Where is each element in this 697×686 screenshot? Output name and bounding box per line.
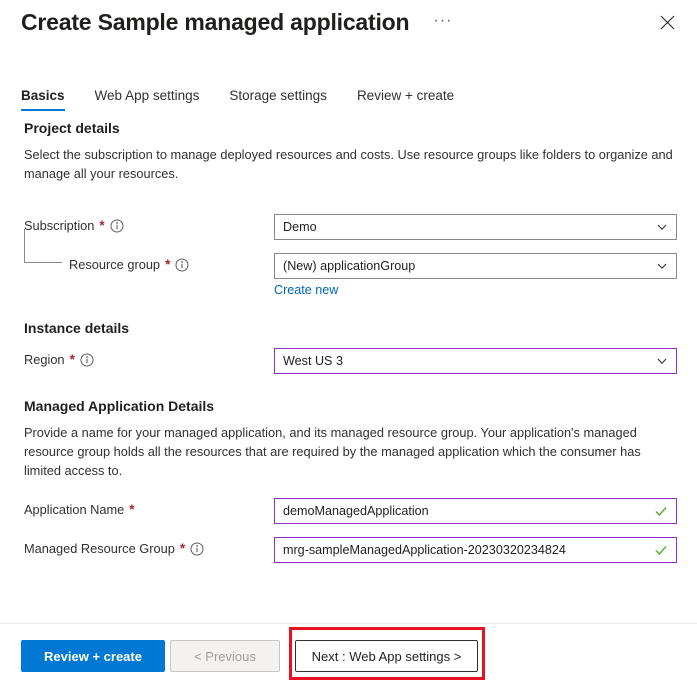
subscription-value: Demo (283, 220, 656, 234)
application-name-value: demoManagedApplication (283, 504, 654, 518)
resource-group-dropdown[interactable]: (New) applicationGroup (274, 253, 677, 279)
info-icon[interactable] (80, 353, 94, 367)
info-icon[interactable] (190, 542, 204, 556)
application-name-label: Application Name * (24, 502, 135, 517)
blade-footer: Review + create < Previous Next : Web Ap… (0, 624, 697, 686)
previous-button: < Previous (170, 640, 280, 672)
instance-details-heading: Instance details (24, 320, 679, 336)
resource-group-required-asterisk: * (165, 258, 170, 272)
close-icon[interactable] (655, 10, 679, 34)
application-name-required-asterisk: * (129, 503, 134, 517)
subscription-required-asterisk: * (99, 219, 104, 233)
project-details-description: Select the subscription to manage deploy… (24, 145, 679, 183)
region-dropdown[interactable]: West US 3 (274, 348, 677, 374)
project-details-heading: Project details (24, 120, 679, 136)
application-name-input[interactable]: demoManagedApplication (274, 498, 677, 524)
project-details-section: Project details Select the subscription … (24, 120, 679, 183)
chevron-down-icon (656, 260, 668, 272)
managed-application-details-heading: Managed Application Details (24, 398, 679, 414)
valid-check-icon (654, 543, 668, 557)
managed-resource-group-input[interactable]: mrg-sampleManagedApplication-20230320234… (274, 537, 677, 563)
tab-review-create[interactable]: Review + create (357, 88, 470, 111)
create-new-resource-group-link[interactable]: Create new (274, 283, 338, 297)
tab-web-app-settings[interactable]: Web App settings (95, 88, 216, 111)
tab-basics[interactable]: Basics (21, 88, 81, 111)
managed-resource-group-label-text: Managed Resource Group (24, 541, 175, 556)
managed-application-details-section: Managed Application Details Provide a na… (24, 398, 679, 480)
info-icon[interactable] (175, 258, 189, 272)
managed-resource-group-value: mrg-sampleManagedApplication-20230320234… (283, 543, 654, 557)
wizard-tabs: Basics Web App settings Storage settings… (21, 88, 484, 111)
blade-header: Create Sample managed application ··· (0, 0, 697, 62)
more-options-icon[interactable]: ··· (432, 14, 454, 36)
resource-group-label-text: Resource group (69, 257, 160, 272)
region-label-text: Region (24, 352, 65, 367)
chevron-down-icon (656, 221, 668, 233)
page-title: Create Sample managed application (21, 9, 409, 36)
instance-details-section: Instance details (24, 320, 679, 345)
managed-resource-group-label: Managed Resource Group * (24, 541, 204, 556)
info-icon[interactable] (110, 219, 124, 233)
region-value: West US 3 (283, 354, 656, 368)
managed-resource-group-required-asterisk: * (180, 542, 185, 556)
resource-group-value: (New) applicationGroup (283, 259, 656, 273)
review-create-button[interactable]: Review + create (21, 640, 165, 672)
region-required-asterisk: * (70, 353, 75, 367)
tab-storage-settings[interactable]: Storage settings (229, 88, 343, 111)
subscription-dropdown[interactable]: Demo (274, 214, 677, 240)
region-label: Region * (24, 352, 94, 367)
create-managed-application-blade: Create Sample managed application ··· Ba… (0, 0, 697, 686)
next-web-app-settings-button[interactable]: Next : Web App settings > (295, 640, 478, 672)
application-name-label-text: Application Name (24, 502, 124, 517)
valid-check-icon (654, 504, 668, 518)
managed-application-details-description: Provide a name for your managed applicat… (24, 423, 679, 480)
chevron-down-icon (656, 355, 668, 367)
resource-group-label: Resource group * (69, 257, 189, 272)
